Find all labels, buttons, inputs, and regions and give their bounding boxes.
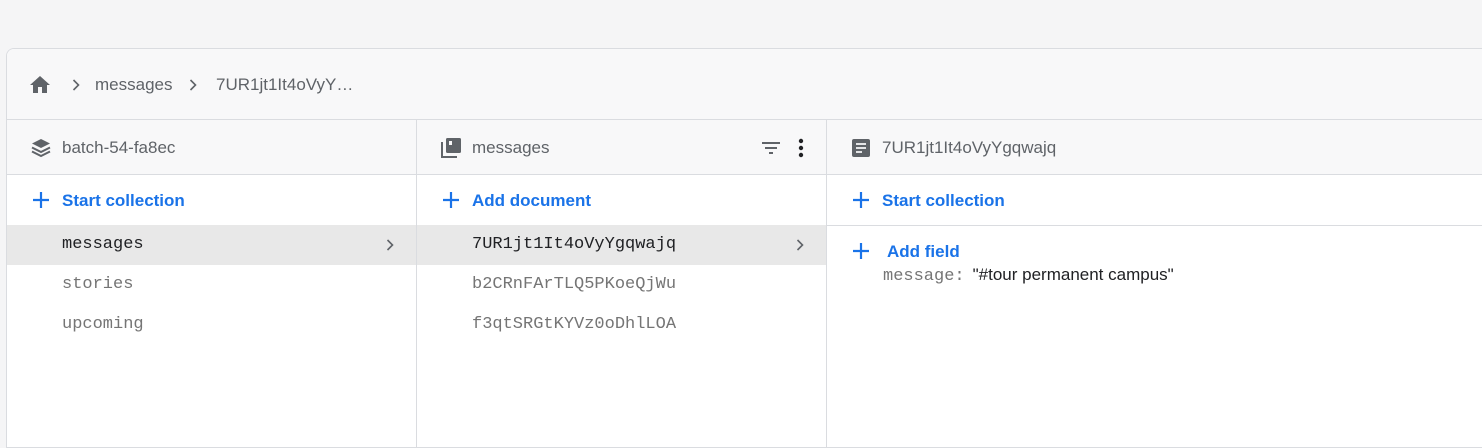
- panel-columns: batch-54-fa8ec Start collection messages…: [7, 120, 1482, 447]
- plus-icon: [853, 243, 869, 259]
- list-item-label: f3qtSRGtKYVz0oDhlLOA: [472, 315, 677, 334]
- start-collection-button[interactable]: Start collection: [7, 175, 416, 225]
- document-icon: [852, 139, 870, 157]
- add-document-button[interactable]: Add document: [417, 175, 826, 225]
- chevron-right-icon: [386, 239, 394, 251]
- breadcrumb: messages 7UR1jt1It4oVyY…: [7, 49, 1482, 120]
- start-collection-button[interactable]: Start collection: [827, 175, 1482, 225]
- home-icon[interactable]: [28, 73, 52, 97]
- list-item-label: stories: [62, 275, 134, 294]
- collection-title: messages: [472, 138, 550, 157]
- list-item-document[interactable]: 7UR1jt1It4oVyYgqwajq: [417, 225, 826, 265]
- chevron-right-icon: [189, 79, 197, 91]
- plus-icon: [33, 192, 49, 208]
- list-item-upcoming[interactable]: upcoming: [7, 305, 416, 345]
- more-vert-icon[interactable]: [789, 136, 813, 160]
- document-title: 7UR1jt1It4oVyYgqwajq: [882, 138, 1057, 157]
- list-item-document[interactable]: f3qtSRGtKYVz0oDhlLOA: [417, 305, 826, 345]
- list-item-label: upcoming: [62, 315, 144, 334]
- document-column: 7UR1jt1It4oVyYgqwajq Start collection Ad…: [827, 120, 1482, 447]
- list-item-label: b2CRnFArTLQ5PKoeQjWu: [472, 275, 677, 294]
- list-item-document[interactable]: b2CRnFArTLQ5PKoeQjWu: [417, 265, 826, 305]
- plus-icon: [853, 192, 869, 208]
- breadcrumb-item-messages[interactable]: messages: [95, 75, 172, 95]
- root-column: batch-54-fa8ec Start collection messages…: [7, 120, 417, 447]
- firestore-data-panel: messages 7UR1jt1It4oVyY… batch-54-fa8ec …: [6, 48, 1482, 448]
- collection-icon: [441, 138, 461, 158]
- start-collection-label: Start collection: [62, 191, 185, 210]
- start-collection-label: Start collection: [882, 191, 1005, 210]
- chevron-right-icon: [72, 79, 80, 91]
- database-stack-icon: [31, 139, 51, 158]
- add-field-label: Add field: [887, 242, 960, 261]
- collection-column-header: messages: [417, 120, 826, 175]
- add-document-label: Add document: [472, 191, 591, 210]
- list-item-messages[interactable]: messages: [7, 225, 416, 265]
- filter-icon[interactable]: [759, 136, 783, 160]
- field-value: "#tour permanent campus": [972, 265, 1174, 284]
- plus-icon: [443, 192, 459, 208]
- field-key: message:: [883, 267, 965, 286]
- list-item-label: messages: [62, 235, 144, 254]
- chevron-right-icon: [796, 239, 804, 251]
- root-title: batch-54-fa8ec: [62, 138, 176, 157]
- document-column-header: 7UR1jt1It4oVyYgqwajq: [827, 120, 1482, 175]
- list-item-stories[interactable]: stories: [7, 265, 416, 305]
- collection-column: messages Add document 7UR1jt1It4oVyYgqwa…: [417, 120, 827, 447]
- breadcrumb-item-document[interactable]: 7UR1jt1It4oVyY…: [216, 75, 353, 95]
- field-row[interactable]: message: "#tour permanent campus": [883, 265, 1174, 286]
- root-column-header: batch-54-fa8ec: [7, 120, 416, 175]
- list-item-label: 7UR1jt1It4oVyYgqwajq: [472, 235, 677, 254]
